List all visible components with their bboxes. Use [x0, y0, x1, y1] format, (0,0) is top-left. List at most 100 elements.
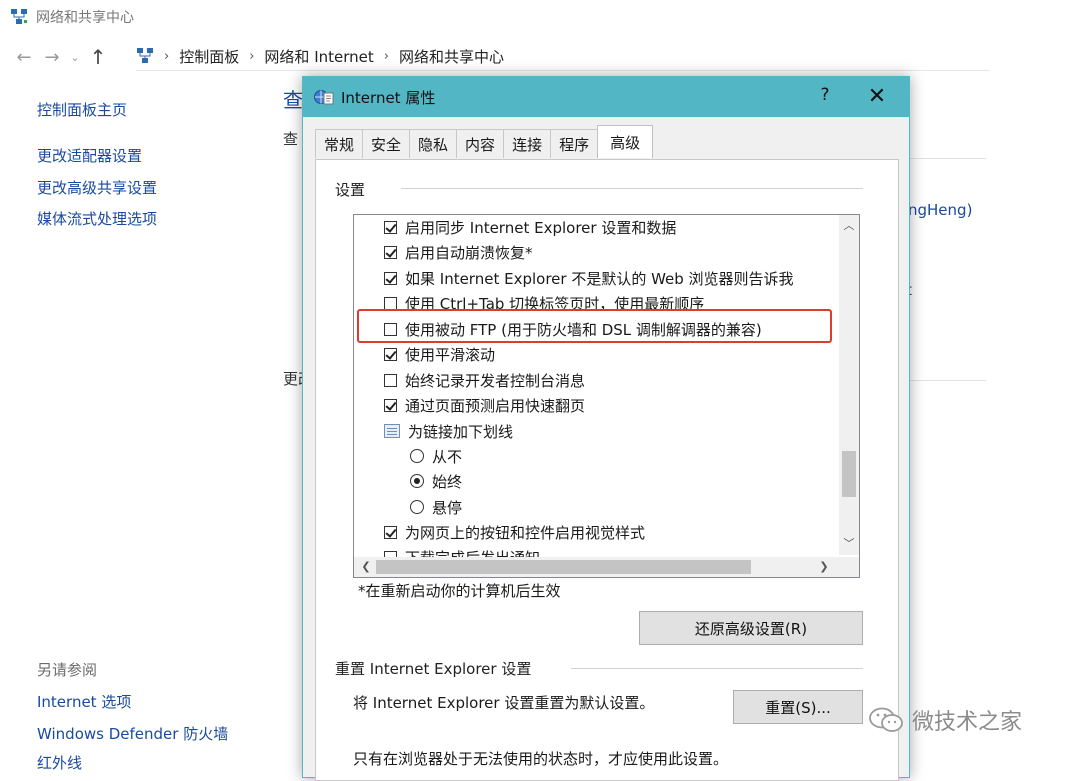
control-panel-icon — [137, 48, 153, 63]
setting-default-browser[interactable]: 如果 Internet Explorer 不是默认的 Web 浏览器则告诉我 — [384, 266, 794, 290]
setting-sync-ie[interactable]: 启用同步 Internet Explorer 设置和数据 — [384, 215, 676, 239]
sidebar-link-adapter-settings[interactable]: 更改适配器设置 — [37, 145, 142, 166]
radio-button[interactable] — [410, 474, 424, 488]
checkbox[interactable] — [384, 525, 397, 539]
chevron-right-icon: › — [383, 48, 389, 64]
tab-programs[interactable]: 程序 — [550, 129, 599, 158]
divider — [401, 188, 863, 189]
setting-label: 启用自动崩溃恢复* — [405, 243, 533, 262]
wechat-icon — [869, 707, 903, 732]
setting-label: 如果 Internet Explorer 不是默认的 Web 浏览器则告诉我 — [405, 269, 794, 288]
back-arrow-icon[interactable]: ← — [10, 43, 38, 71]
restart-note: *在重新启动你的计算机后生效 — [358, 582, 561, 600]
sidebar-link-media-streaming[interactable]: 媒体流式处理选项 — [37, 208, 157, 229]
divider — [571, 668, 863, 669]
checkbox[interactable] — [384, 245, 397, 259]
dialog-titlebar[interactable]: Internet 属性 ? ✕ — [303, 77, 909, 117]
setting-label: 启用同步 Internet Explorer 设置和数据 — [405, 218, 677, 237]
window-title: 网络和共享中心 — [36, 10, 134, 26]
close-icon[interactable]: ✕ — [863, 83, 891, 111]
setting-label: 通过页面预测启用快速翻页 — [405, 396, 586, 415]
option-underline-never[interactable]: 从不 — [410, 444, 462, 468]
breadcrumb-item[interactable]: 控制面板 — [179, 46, 239, 67]
breadcrumb-item[interactable]: 网络和 Internet — [264, 46, 373, 67]
scroll-down-icon[interactable]: ﹀ — [839, 535, 859, 553]
option-underline-hover[interactable]: 悬停 — [410, 495, 462, 519]
scrollbar-corner — [839, 557, 859, 577]
sidebar-link-control-panel-home[interactable]: 控制面板主页 — [37, 99, 127, 120]
scroll-up-icon[interactable]: ︿ — [839, 217, 859, 235]
scroll-thumb[interactable] — [376, 560, 751, 574]
setting-smooth-scrolling[interactable]: 使用平滑滚动 — [384, 342, 495, 366]
section-heading: 查 — [283, 130, 299, 148]
checkbox[interactable] — [384, 271, 397, 285]
restore-advanced-settings-button[interactable]: 还原高级设置(R) — [639, 611, 863, 645]
divider — [908, 380, 986, 381]
tab-security[interactable]: 安全 — [362, 129, 411, 158]
tab-content[interactable]: 内容 — [456, 129, 505, 158]
reset-note: 只有在浏览器处于无法使用的状态时，才应使用此设置。 — [353, 750, 729, 768]
watermark: 微技术之家 — [868, 704, 1022, 736]
network-icon — [11, 9, 27, 24]
navigation-bar: ← → ⌄ ↑ › 控制面板 › 网络和 Internet › 网络和共享中心 — [10, 42, 990, 72]
setting-dev-console-log[interactable]: 始终记录开发者控制台消息 — [384, 368, 585, 392]
setting-label: 为链接加下划线 — [408, 422, 514, 441]
network-name-link[interactable]: ngHeng) — [908, 201, 972, 219]
tab-advanced[interactable]: 高级 — [597, 125, 654, 158]
chevron-right-icon: › — [249, 48, 255, 64]
see-also-internet-options[interactable]: Internet 选项 — [37, 691, 131, 712]
see-also-heading: 另请参阅 — [37, 661, 98, 679]
vertical-scrollbar[interactable]: ︿ ﹀ — [839, 215, 859, 555]
option-label: 悬停 — [432, 498, 463, 517]
checkbox[interactable] — [384, 398, 397, 412]
annotation-highlight-box — [357, 309, 832, 343]
tab-general[interactable]: 常规 — [315, 129, 364, 158]
checkbox[interactable] — [384, 373, 397, 387]
page-title: 查 — [283, 88, 303, 112]
forward-arrow-icon[interactable]: → — [38, 43, 66, 71]
scroll-left-icon[interactable]: ❮ — [356, 558, 376, 576]
radio-button[interactable] — [410, 500, 424, 514]
breadcrumb-item[interactable]: 网络和共享中心 — [399, 46, 504, 67]
window-titlebar: 网络和共享中心 — [10, 6, 134, 28]
radio-button[interactable] — [410, 449, 424, 463]
setting-visual-styles[interactable]: 为网页上的按钮和控件启用视觉样式 — [384, 520, 645, 544]
reset-section-title: 重置 Internet Explorer 设置 — [335, 660, 532, 678]
internet-properties-dialog: Internet 属性 ? ✕ 常规 安全 隐私 内容 连接 程序 高级 设置 … — [302, 76, 910, 781]
setting-flip-ahead[interactable]: 通过页面预测启用快速翻页 — [384, 393, 585, 417]
setting-crash-recovery[interactable]: 启用自动崩溃恢复* — [384, 240, 533, 264]
tab-connections[interactable]: 连接 — [503, 129, 552, 158]
recent-locations-chevron-icon[interactable]: ⌄ — [66, 43, 84, 71]
option-underline-always[interactable]: 始终 — [410, 469, 462, 493]
see-also-firewall[interactable]: Windows Defender 防火墙 — [37, 723, 228, 744]
tab-strip: 常规 安全 隐私 内容 连接 程序 高级 — [315, 125, 654, 159]
sidebar-link-advanced-sharing[interactable]: 更改高级共享设置 — [37, 177, 157, 198]
checkbox[interactable] — [384, 347, 397, 361]
setting-underline-links-group: 为链接加下划线 — [384, 419, 513, 443]
settings-group-icon — [384, 424, 400, 438]
up-arrow-icon[interactable]: ↑ — [84, 43, 112, 71]
setting-label: 使用平滑滚动 — [405, 345, 496, 364]
scroll-right-icon[interactable]: ❯ — [814, 558, 834, 576]
dialog-title: Internet 属性 — [341, 88, 436, 107]
watermark-text: 微技术之家 — [912, 710, 1023, 735]
option-label: 从不 — [432, 447, 463, 466]
tab-privacy[interactable]: 隐私 — [409, 129, 458, 158]
checkbox[interactable] — [384, 296, 397, 310]
reset-button[interactable]: 重置(S)... — [733, 690, 863, 724]
see-also-infrared[interactable]: 红外线 — [37, 752, 82, 773]
setting-label: 始终记录开发者控制台消息 — [405, 371, 586, 390]
address-bar[interactable]: › 控制面板 › 网络和 Internet › 网络和共享中心 — [136, 42, 990, 71]
internet-options-icon — [314, 90, 334, 105]
option-label: 始终 — [432, 472, 463, 491]
help-button[interactable]: ? — [813, 85, 837, 109]
divider — [908, 158, 986, 159]
checkbox[interactable] — [384, 220, 397, 234]
horizontal-scrollbar[interactable]: ❮ ❯ — [354, 557, 859, 577]
reset-description: 将 Internet Explorer 设置重置为默认设置。 — [353, 694, 655, 712]
settings-list[interactable]: 启用同步 Internet Explorer 设置和数据 启用自动崩溃恢复* 如… — [353, 214, 860, 578]
settings-group-label: 设置 — [335, 181, 366, 199]
scroll-thumb[interactable] — [842, 451, 856, 497]
chevron-right-icon: › — [164, 48, 170, 64]
setting-label: 为网页上的按钮和控件启用视觉样式 — [405, 523, 646, 542]
